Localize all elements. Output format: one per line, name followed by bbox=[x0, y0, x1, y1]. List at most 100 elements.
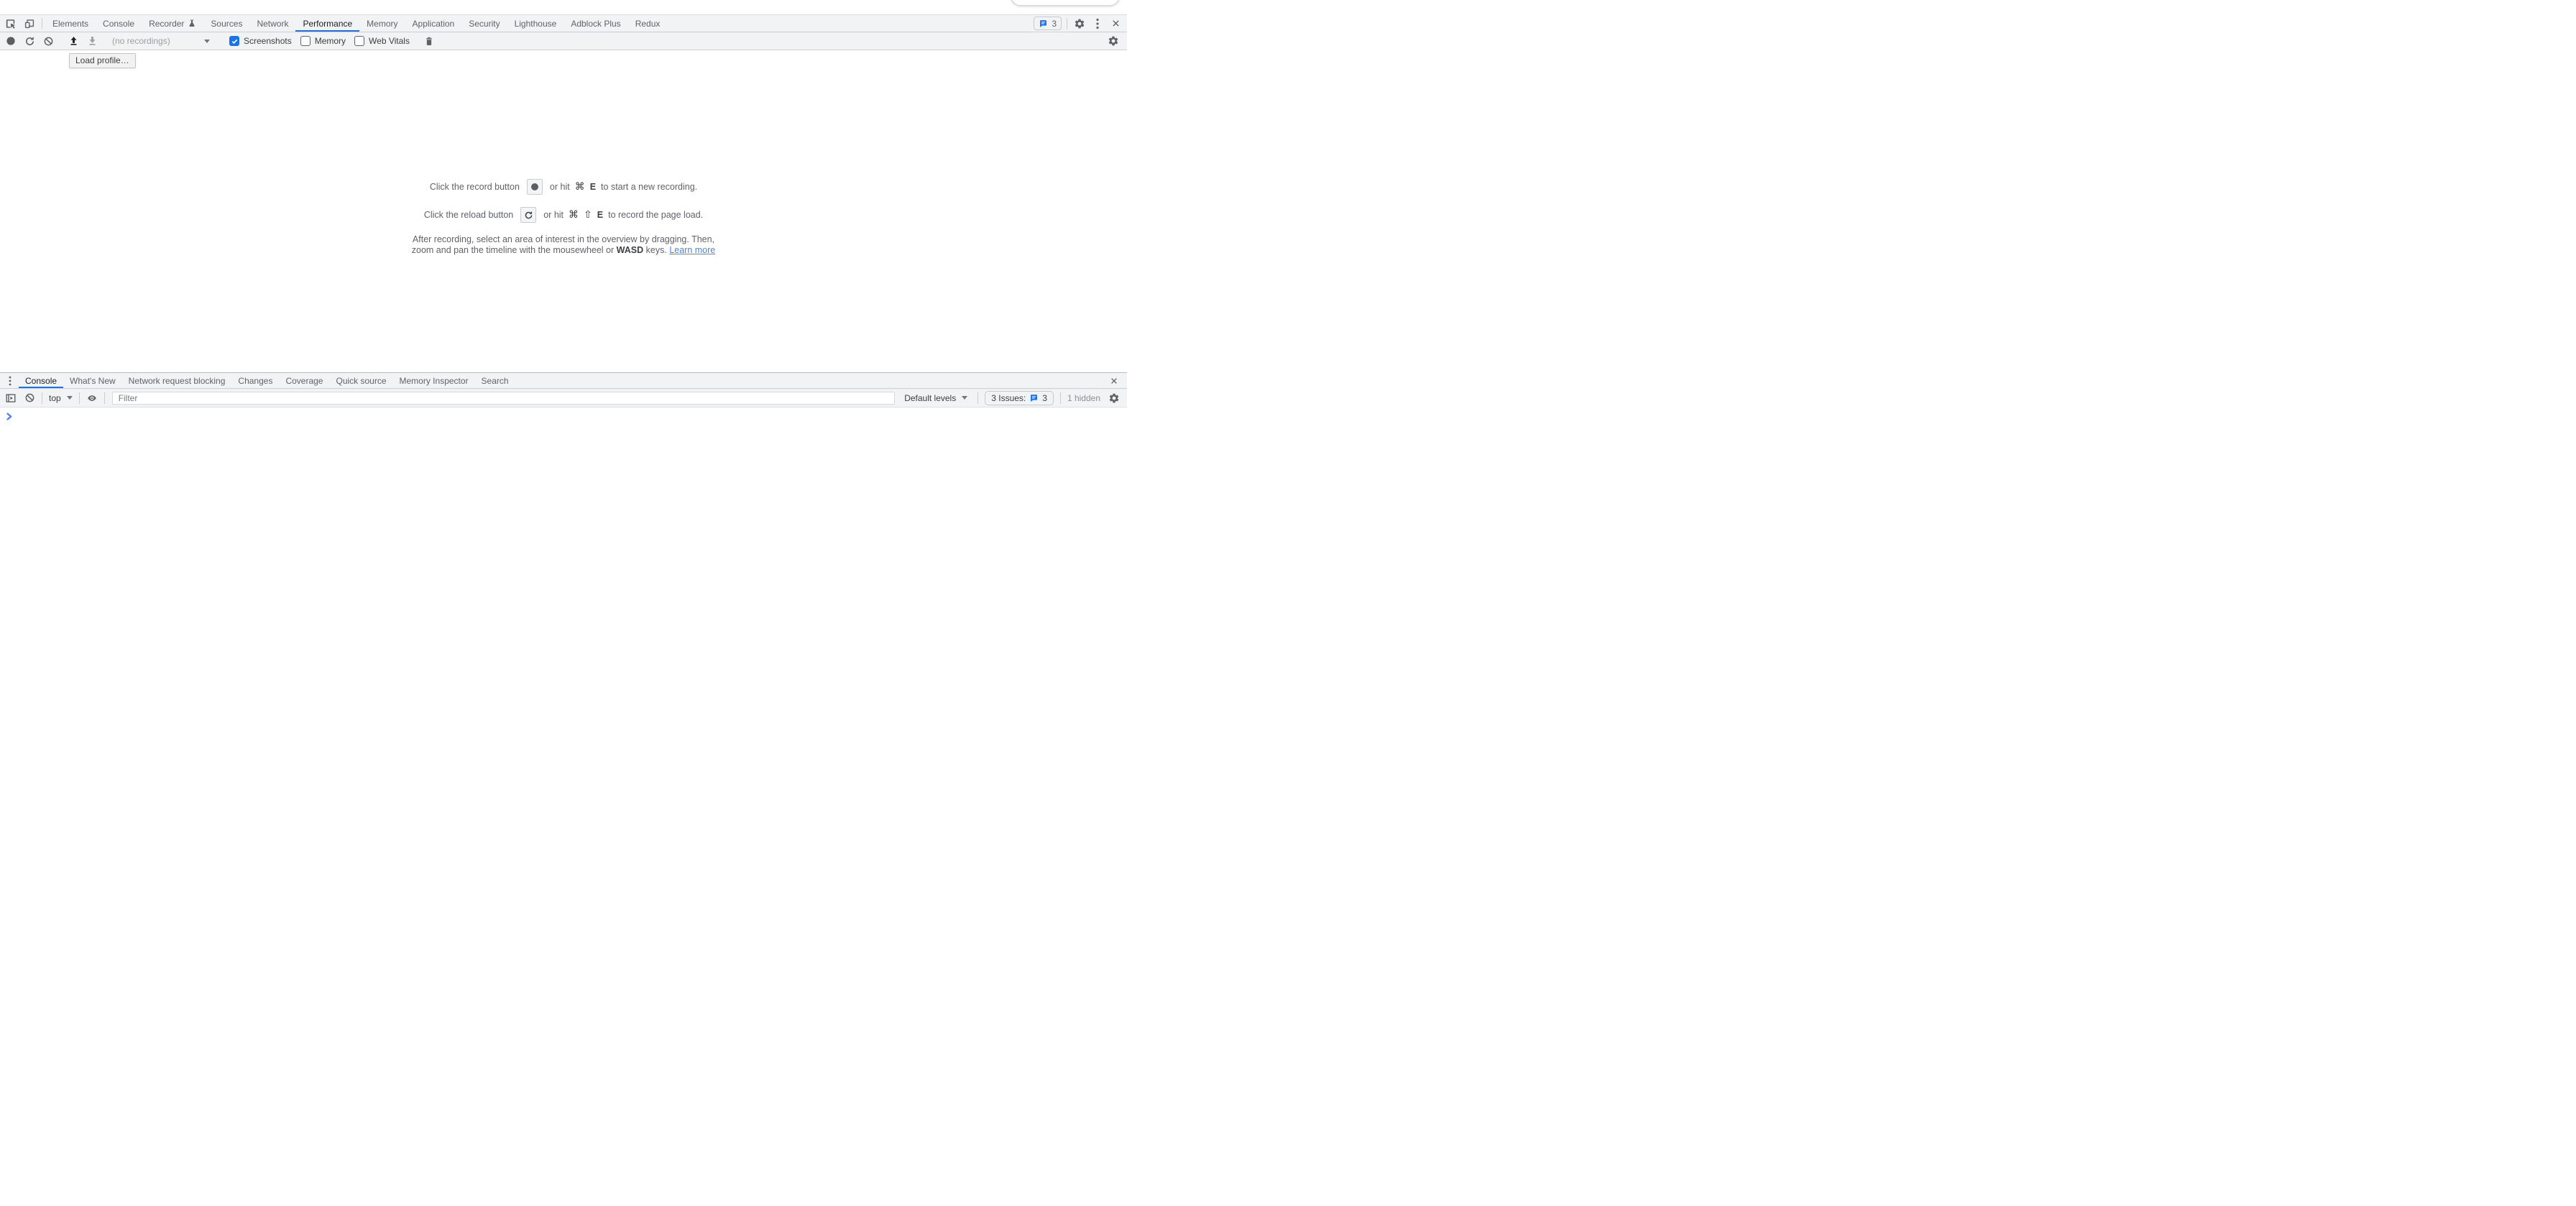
inline-record-button[interactable] bbox=[527, 179, 543, 195]
hint-text: or hit bbox=[543, 210, 564, 220]
hint-text: keys. bbox=[646, 245, 667, 255]
log-levels-select[interactable]: Default levels bbox=[901, 393, 971, 403]
tab-performance[interactable]: Performance bbox=[295, 15, 359, 32]
trash-icon bbox=[424, 36, 434, 47]
divider bbox=[79, 392, 80, 404]
reload-icon bbox=[524, 211, 533, 220]
tab-memory[interactable]: Memory bbox=[359, 15, 405, 32]
record-button[interactable] bbox=[1, 36, 20, 46]
tab-network[interactable]: Network bbox=[249, 15, 295, 32]
tab-label: Network bbox=[257, 19, 288, 29]
tab-label: Network request blocking bbox=[129, 376, 226, 386]
devtools-window: Elements Console Recorder Sources Networ… bbox=[0, 0, 1127, 528]
browser-strip bbox=[0, 0, 1127, 14]
divider bbox=[104, 392, 105, 404]
tab-sources[interactable]: Sources bbox=[203, 15, 249, 32]
experiment-flask-icon bbox=[188, 19, 196, 28]
close-devtools-button[interactable] bbox=[1108, 19, 1123, 28]
tab-redux[interactable]: Redux bbox=[628, 15, 668, 32]
inline-reload-button[interactable] bbox=[520, 207, 536, 223]
drawer-tab-whats-new[interactable]: What's New bbox=[63, 373, 122, 388]
gear-icon bbox=[1074, 18, 1085, 29]
save-profile-button[interactable] bbox=[83, 36, 101, 47]
recordings-select[interactable]: (no recordings) bbox=[108, 36, 214, 46]
inspect-element-button[interactable] bbox=[1, 15, 20, 32]
tab-adblock-plus[interactable]: Adblock Plus bbox=[564, 15, 627, 32]
load-profile-tooltip: Load profile… bbox=[69, 53, 136, 68]
drawer-tab-network-request-blocking[interactable]: Network request blocking bbox=[122, 373, 232, 388]
tooltip-text: Load profile… bbox=[75, 55, 129, 65]
create-live-expression-button[interactable] bbox=[83, 393, 101, 403]
overview-hint-paragraph: After recording, select an area of inter… bbox=[0, 234, 1127, 256]
device-toolbar-button[interactable] bbox=[20, 15, 39, 32]
tabbar-right-controls: 3 bbox=[1029, 15, 1123, 32]
tab-label: Performance bbox=[303, 19, 352, 29]
memory-checkbox[interactable] bbox=[300, 36, 310, 46]
shortcut-key: E bbox=[597, 210, 603, 220]
issues-bubble-icon bbox=[1039, 19, 1048, 28]
issues-counter-button[interactable]: 3 bbox=[1034, 17, 1062, 30]
drawer-tab-search[interactable]: Search bbox=[475, 373, 515, 388]
console-messages-area[interactable] bbox=[0, 408, 1127, 528]
eye-icon bbox=[86, 393, 98, 403]
record-reload-button[interactable] bbox=[20, 36, 39, 47]
levels-select-value: Default levels bbox=[904, 393, 956, 403]
memory-checkbox-group[interactable]: Memory bbox=[300, 36, 346, 46]
gear-icon bbox=[1108, 35, 1119, 47]
hint-text: to record the page load. bbox=[608, 210, 703, 220]
more-options-button[interactable] bbox=[1092, 18, 1103, 29]
learn-more-link[interactable]: Learn more bbox=[669, 245, 715, 255]
garbage-collect-button[interactable] bbox=[420, 36, 438, 47]
shift-key-symbol: ⇧ bbox=[584, 209, 592, 221]
console-sidebar-toggle-button[interactable] bbox=[1, 392, 20, 404]
device-toolbar-icon bbox=[24, 18, 35, 29]
main-tabbar: Elements Console Recorder Sources Networ… bbox=[0, 14, 1127, 32]
tab-label: Recorder bbox=[149, 19, 184, 29]
web-vitals-checkbox[interactable] bbox=[354, 36, 364, 46]
drawer-tab-changes[interactable]: Changes bbox=[231, 373, 279, 388]
console-prompt[interactable] bbox=[6, 413, 13, 420]
tab-lighthouse[interactable]: Lighthouse bbox=[507, 15, 564, 32]
performance-toolbar: (no recordings) Screenshots Memory Web V… bbox=[0, 32, 1127, 50]
tab-console[interactable]: Console bbox=[96, 15, 142, 32]
shortcut-key: E bbox=[590, 182, 596, 192]
console-settings-button[interactable] bbox=[1107, 392, 1121, 404]
screenshots-label: Screenshots bbox=[244, 36, 292, 46]
load-profile-button[interactable] bbox=[64, 36, 83, 47]
console-filter-input[interactable] bbox=[112, 392, 896, 405]
drawer-close-button[interactable] bbox=[1104, 373, 1124, 388]
tab-label: Elements bbox=[52, 19, 88, 29]
tab-application[interactable]: Application bbox=[405, 15, 462, 32]
hint-text: Click the reload button bbox=[424, 210, 513, 220]
screenshots-checkbox-group[interactable]: Screenshots bbox=[229, 36, 292, 46]
tab-label: What's New bbox=[70, 376, 116, 386]
hint-text: or hit bbox=[550, 182, 570, 192]
screenshots-checkbox[interactable] bbox=[229, 36, 239, 46]
block-icon bbox=[24, 392, 35, 403]
issues-counter-button[interactable]: 3 Issues: 3 bbox=[985, 391, 1054, 405]
tab-label: Console bbox=[25, 376, 57, 386]
context-select-value: top bbox=[49, 393, 61, 403]
clear-recordings-button[interactable] bbox=[39, 36, 58, 47]
tab-label: Search bbox=[482, 376, 509, 386]
settings-button[interactable] bbox=[1072, 18, 1087, 29]
drawer-tab-coverage[interactable]: Coverage bbox=[279, 373, 329, 388]
javascript-context-select[interactable]: top bbox=[45, 393, 76, 403]
drawer-tab-quick-source[interactable]: Quick source bbox=[329, 373, 392, 388]
drawer-tab-memory-inspector[interactable]: Memory Inspector bbox=[393, 373, 475, 388]
download-arrow-icon bbox=[87, 36, 98, 47]
tab-label: Coverage bbox=[285, 376, 323, 386]
capture-settings-button[interactable] bbox=[1104, 35, 1123, 47]
web-vitals-label: Web Vitals bbox=[369, 36, 410, 46]
web-vitals-checkbox-group[interactable]: Web Vitals bbox=[354, 36, 410, 46]
tab-elements[interactable]: Elements bbox=[45, 15, 96, 32]
drawer-more-tabs-button[interactable] bbox=[1, 373, 19, 388]
devtools-frame: Elements Console Recorder Sources Networ… bbox=[0, 14, 1127, 528]
issues-count: 3 bbox=[1042, 393, 1047, 403]
tab-recorder[interactable]: Recorder bbox=[142, 15, 203, 32]
drawer-tab-console[interactable]: Console bbox=[19, 373, 63, 388]
tab-security[interactable]: Security bbox=[461, 15, 507, 32]
clear-console-button[interactable] bbox=[20, 392, 39, 403]
sidebar-panel-icon bbox=[5, 392, 17, 404]
record-circle-icon bbox=[530, 183, 539, 191]
